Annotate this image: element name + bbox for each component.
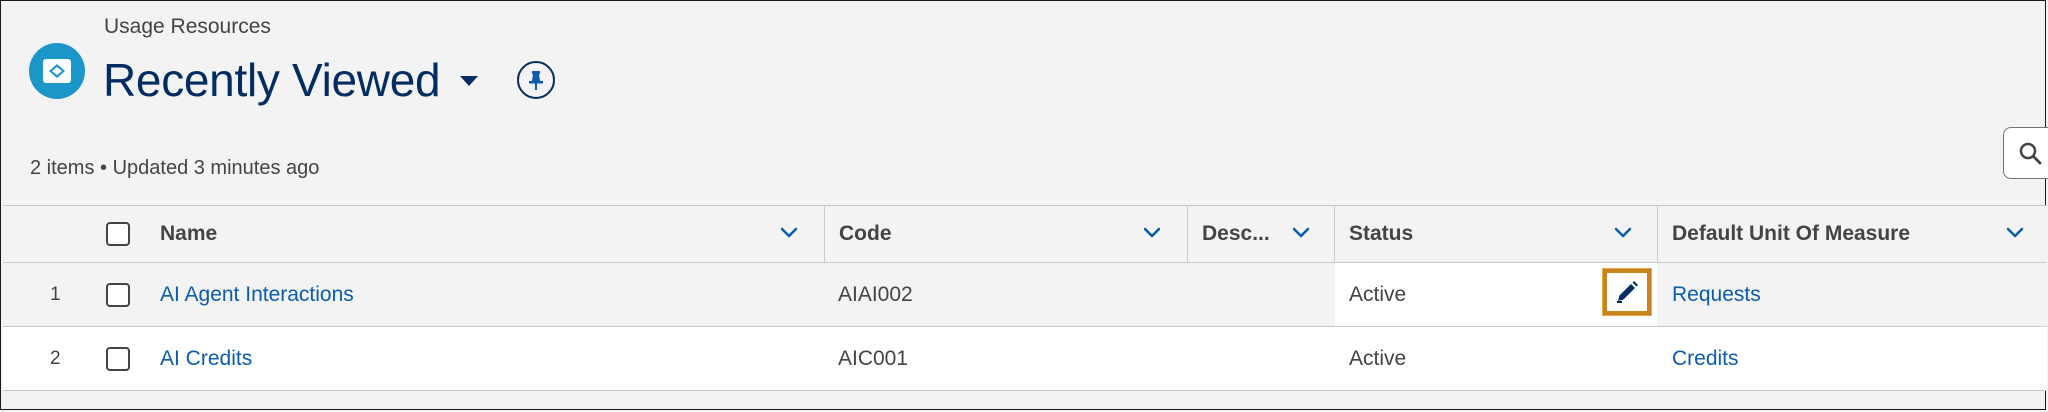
table-header-row: Name Code Desc... Status Default Unit Of… bbox=[3, 205, 2047, 263]
unit-of-measure-link[interactable]: Requests bbox=[1672, 263, 1761, 326]
column-header-description[interactable]: Desc... bbox=[1188, 206, 1334, 262]
row-number: 1 bbox=[50, 283, 61, 305]
pin-icon bbox=[529, 71, 543, 90]
row-number: 2 bbox=[50, 347, 61, 369]
list-status-text: 2 items • Updated 3 minutes ago bbox=[30, 157, 320, 179]
pencil-icon bbox=[1617, 281, 1638, 303]
record-status: Active bbox=[1349, 346, 1407, 370]
list-view-frame: Usage Resources Recently Viewed 2 items … bbox=[0, 0, 2048, 410]
table-row: 1 AI Agent Interactions AIAI002 Active R… bbox=[3, 263, 2047, 327]
column-header-name[interactable]: Name bbox=[146, 206, 824, 262]
column-header-status[interactable]: Status bbox=[1335, 206, 1657, 262]
record-name-link[interactable]: AI Agent Interactions bbox=[160, 263, 354, 326]
column-header-default-unit[interactable]: Default Unit Of Measure bbox=[1658, 206, 2047, 262]
list-view-title[interactable]: Recently Viewed bbox=[103, 53, 441, 107]
search-list-button[interactable] bbox=[2003, 127, 2048, 179]
chevron-down-icon[interactable] bbox=[779, 223, 799, 243]
chevron-down-icon[interactable] bbox=[1291, 223, 1311, 243]
unit-of-measure-link[interactable]: Credits bbox=[1672, 327, 1739, 390]
records-table: Name Code Desc... Status Default Unit Of… bbox=[3, 205, 2047, 391]
record-status: Active bbox=[1349, 282, 1407, 306]
search-icon bbox=[2019, 142, 2042, 165]
row-select-checkbox[interactable] bbox=[106, 283, 130, 307]
chevron-down-icon[interactable] bbox=[1613, 223, 1633, 243]
chevron-down-icon[interactable] bbox=[2005, 223, 2025, 243]
chevron-down-icon[interactable] bbox=[1142, 223, 1162, 243]
record-name-link[interactable]: AI Credits bbox=[160, 327, 252, 390]
select-all-checkbox[interactable] bbox=[106, 222, 130, 246]
row-select-checkbox[interactable] bbox=[106, 347, 130, 371]
table-row: 2 AI Credits AIC001 Active Credits bbox=[3, 327, 2047, 391]
pin-list-view-button[interactable] bbox=[517, 61, 555, 99]
record-code: AIAI002 bbox=[838, 282, 913, 306]
column-header-code[interactable]: Code bbox=[825, 206, 1187, 262]
usage-resource-icon bbox=[29, 43, 85, 99]
record-code: AIC001 bbox=[838, 346, 909, 370]
edit-status-button[interactable] bbox=[1603, 269, 1651, 315]
object-label: Usage Resources bbox=[104, 15, 271, 38]
caret-down-icon[interactable] bbox=[460, 76, 478, 86]
